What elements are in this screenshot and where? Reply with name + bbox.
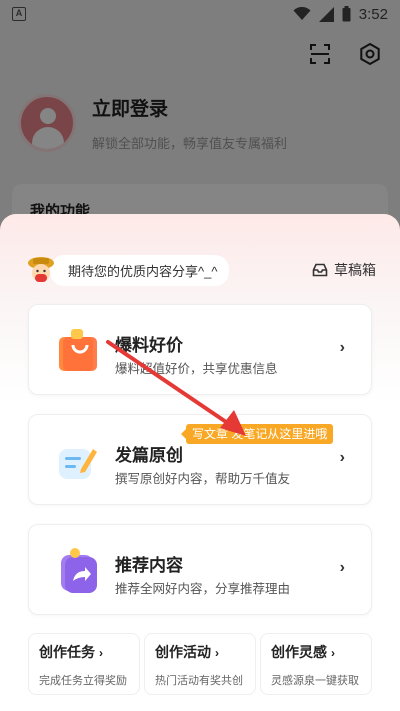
shortcut-title: 创作任务 [39, 644, 95, 660]
shortcut-desc: 热门活动有奖共创 [155, 675, 243, 687]
onboarding-tooltip[interactable]: 写文章 发笔记从这里进哦 [180, 424, 334, 444]
shortcut-tasks[interactable]: 创作任务 › 完成任务立得奖励 [28, 633, 140, 695]
mascot-icon [28, 257, 54, 282]
shortcut-title: 创作活动 [155, 644, 211, 660]
shortcut-events[interactable]: 创作活动 › 热门活动有奖共创 [144, 633, 256, 695]
option-desc: 爆料超值好价，共享优惠信息 [115, 362, 278, 376]
option-title: 推荐内容 [115, 556, 183, 575]
shopping-bag-icon [59, 329, 97, 371]
chevron-right-icon: › [215, 646, 219, 660]
chevron-right-icon: › [331, 646, 335, 660]
drafts-label: 草稿箱 [334, 262, 376, 278]
shortcut-desc: 灵感源泉一键获取 [271, 675, 359, 687]
shortcut-title: 创作灵感 [271, 644, 327, 660]
chevron-right-icon: › [99, 646, 103, 660]
shortcut-inspiration[interactable]: 创作灵感 › 灵感源泉一键获取 [260, 633, 372, 695]
option-desc: 推荐全网好内容，分享推荐理由 [115, 582, 291, 596]
hint-text: 期待您的优质内容分享^_^ [50, 254, 230, 286]
chevron-right-icon: › [339, 339, 345, 356]
shortcut-desc: 完成任务立得奖励 [39, 675, 127, 687]
option-desc: 撰写原创好内容，帮助万千值友 [115, 472, 291, 486]
option-title: 爆料好价 [115, 336, 183, 355]
edit-note-icon [59, 449, 97, 479]
inbox-icon [312, 263, 328, 277]
option-deal[interactable]: 爆料好价 爆料超值好价，共享优惠信息 › [28, 304, 372, 395]
option-title: 发篇原创 [115, 446, 183, 465]
drafts-button[interactable]: 草稿箱 [312, 260, 376, 280]
creator-shortcuts: 创作任务 › 完成任务立得奖励 创作活动 › 热门活动有奖共创 创作灵感 › 灵感源泉… [28, 633, 372, 695]
option-recommend[interactable]: 推荐内容 推荐全网好内容，分享推荐理由 › [28, 524, 372, 615]
chevron-right-icon: › [339, 449, 345, 466]
share-forward-icon [61, 548, 97, 593]
chevron-right-icon: › [339, 559, 345, 576]
